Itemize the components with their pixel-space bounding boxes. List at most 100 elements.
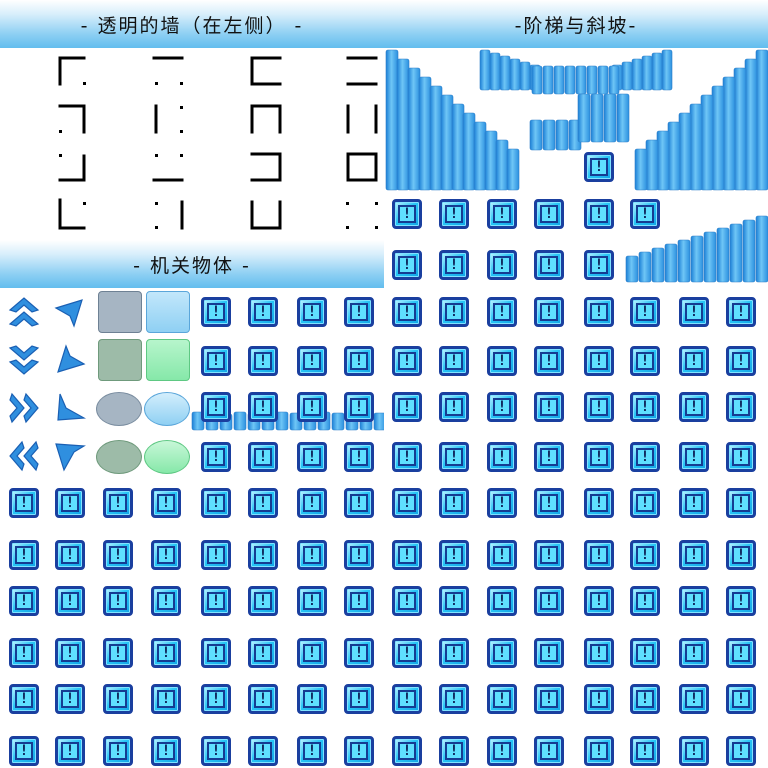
warning-tile-glyph: ! <box>493 256 511 274</box>
warning-tile-glyph: ! <box>350 742 368 760</box>
warning-tile-glyph: ! <box>493 448 511 466</box>
stair-pillar <box>744 58 758 191</box>
stair-pillar <box>407 67 421 191</box>
warning-tile: ! <box>248 297 278 327</box>
warning-tile: ! <box>344 442 374 472</box>
stair-pillar <box>716 227 730 283</box>
warning-tile-glyph: ! <box>540 742 558 760</box>
stair-pillar <box>418 76 432 191</box>
warning-tile-glyph: ! <box>685 690 703 708</box>
stair-pillar <box>678 112 692 191</box>
wall-tile <box>250 104 282 134</box>
warning-tile: ! <box>248 638 278 668</box>
warning-tile: ! <box>392 442 422 472</box>
warning-tile: ! <box>679 297 709 327</box>
warning-tile-glyph: ! <box>685 644 703 662</box>
gray-oval-switch <box>96 392 142 426</box>
warning-tile: ! <box>584 540 614 570</box>
warning-tile-glyph: ! <box>493 494 511 512</box>
warning-tile-glyph: ! <box>398 303 416 321</box>
warning-tile: ! <box>439 586 469 616</box>
warning-tile: ! <box>392 250 422 280</box>
chevrons-left-icon <box>9 440 39 472</box>
stairs-title: -阶梯与斜坡- <box>514 14 638 37</box>
warning-tile: ! <box>439 392 469 422</box>
warning-tile-glyph: ! <box>590 256 608 274</box>
stair-pillar <box>542 65 554 95</box>
warning-tile: ! <box>248 442 278 472</box>
warning-tile-glyph: ! <box>732 352 750 370</box>
warning-tile: ! <box>487 297 517 327</box>
warning-tile: ! <box>151 638 181 668</box>
warning-tile: ! <box>726 442 756 472</box>
blue-pushable-block <box>146 291 190 333</box>
warning-tile-glyph: ! <box>109 546 127 564</box>
warning-tile-glyph: ! <box>398 448 416 466</box>
corner-arrow-down-left-outline-icon <box>57 393 87 421</box>
warning-tile: ! <box>584 199 614 229</box>
wall-tile <box>58 104 86 134</box>
warning-tile-glyph: ! <box>590 592 608 610</box>
warning-tile-glyph: ! <box>207 303 225 321</box>
warning-tile: ! <box>248 736 278 766</box>
warning-tile: ! <box>630 297 660 327</box>
warning-tile: ! <box>201 638 231 668</box>
warning-tile-glyph: ! <box>207 448 225 466</box>
warning-tile: ! <box>344 488 374 518</box>
stair-pillar <box>631 58 643 91</box>
stair-pillar <box>484 130 498 191</box>
warning-tile: ! <box>297 488 327 518</box>
warning-tile-glyph: ! <box>732 448 750 466</box>
warning-tile-glyph: ! <box>15 690 33 708</box>
warning-tile-glyph: ! <box>540 690 558 708</box>
warning-tile: ! <box>584 442 614 472</box>
warning-tile-glyph: ! <box>207 398 225 416</box>
warning-tile-glyph: ! <box>303 494 321 512</box>
warning-tile: ! <box>679 540 709 570</box>
warning-tile: ! <box>679 586 709 616</box>
stair-pillar <box>742 219 756 283</box>
stair-pillar <box>542 119 556 151</box>
warning-tile-glyph: ! <box>445 303 463 321</box>
warning-tile-glyph: ! <box>445 256 463 274</box>
warning-tile: ! <box>392 586 422 616</box>
warning-tile-glyph: ! <box>207 742 225 760</box>
warning-tile-glyph: ! <box>636 398 654 416</box>
warning-tile: ! <box>534 442 564 472</box>
mechanisms-title: - 机关物体 - <box>133 254 251 277</box>
warning-tile: ! <box>297 736 327 766</box>
warning-tile: ! <box>584 250 614 280</box>
warning-tile-glyph: ! <box>445 690 463 708</box>
warning-tile: ! <box>584 488 614 518</box>
warning-tile-glyph: ! <box>590 158 608 176</box>
warning-tile-glyph: ! <box>109 644 127 662</box>
warning-tile: ! <box>487 684 517 714</box>
warning-tile-glyph: ! <box>207 644 225 662</box>
stair-pillar <box>616 93 630 143</box>
warning-tile-glyph: ! <box>109 690 127 708</box>
blue-oval-switch <box>144 392 190 426</box>
warning-tile-glyph: ! <box>398 205 416 223</box>
stair-pillar <box>667 121 681 191</box>
warning-tile: ! <box>534 297 564 327</box>
warning-tile-glyph: ! <box>350 303 368 321</box>
warning-tile-glyph: ! <box>732 690 750 708</box>
warning-tile: ! <box>584 586 614 616</box>
warning-tile: ! <box>584 392 614 422</box>
warning-tile: ! <box>151 684 181 714</box>
warning-tile-glyph: ! <box>398 592 416 610</box>
warning-tile: ! <box>201 736 231 766</box>
warning-tile: ! <box>439 684 469 714</box>
warning-tile: ! <box>103 488 133 518</box>
stair-pillar <box>531 65 543 95</box>
green-block <box>146 339 190 381</box>
warning-tile: ! <box>344 638 374 668</box>
warning-tile-glyph: ! <box>493 205 511 223</box>
warning-tile-glyph: ! <box>207 494 225 512</box>
warning-tile-glyph: ! <box>493 690 511 708</box>
warning-tile: ! <box>726 346 756 376</box>
warning-tile-glyph: ! <box>732 494 750 512</box>
stair-pillar <box>634 148 648 191</box>
warning-tile-glyph: ! <box>590 742 608 760</box>
warning-tile: ! <box>630 586 660 616</box>
